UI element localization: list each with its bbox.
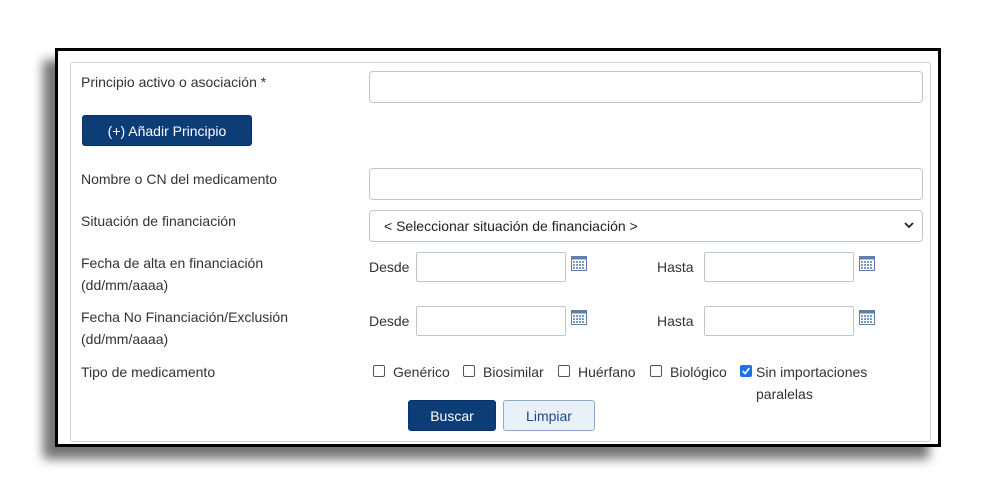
principio-label: Principio activo o asociación * xyxy=(81,74,267,90)
situacion-select[interactable]: < Seleccionar situación de financiación … xyxy=(369,210,923,242)
form-frame: Principio activo o asociación * (+) Añad… xyxy=(55,48,941,447)
buscar-button[interactable]: Buscar xyxy=(408,400,496,431)
fecha-no-fin-format-label: (dd/mm/aaaa) xyxy=(81,331,169,347)
sin-importaciones-label-line2: paralelas xyxy=(756,386,813,402)
limpiar-button[interactable]: Limpiar xyxy=(503,400,595,431)
calendar-icon[interactable] xyxy=(859,310,875,325)
sin-importaciones-checkbox[interactable] xyxy=(740,365,752,377)
chevron-down-icon xyxy=(904,222,914,229)
fecha-alta-hasta-input[interactable] xyxy=(704,252,854,282)
fecha-alta-desde-label: Desde xyxy=(369,259,410,275)
biosimilar-label: Biosimilar xyxy=(483,364,544,380)
add-principio-button[interactable]: (+) Añadir Principio xyxy=(82,115,252,146)
biosimilar-checkbox[interactable] xyxy=(463,365,475,377)
fecha-no-fin-hasta-label: Hasta xyxy=(657,313,694,329)
principio-input[interactable] xyxy=(369,71,923,103)
calendar-icon[interactable] xyxy=(859,256,875,271)
generico-checkbox[interactable] xyxy=(373,365,385,377)
fecha-alta-desde-input[interactable] xyxy=(416,252,566,282)
nombre-label: Nombre o CN del medicamento xyxy=(81,171,278,187)
fecha-no-fin-label: Fecha No Financiación/Exclusión xyxy=(81,309,288,325)
search-form-panel: Principio activo o asociación * (+) Añad… xyxy=(70,62,931,442)
fecha-alta-hasta-label: Hasta xyxy=(657,259,694,275)
checkmark-icon xyxy=(742,367,750,375)
sin-importaciones-label: Sin importaciones xyxy=(756,364,868,380)
fecha-no-fin-hasta-input[interactable] xyxy=(704,306,854,336)
fecha-alta-format-label: (dd/mm/aaaa) xyxy=(81,277,169,293)
calendar-icon[interactable] xyxy=(571,310,587,325)
fecha-alta-label: Fecha de alta en financiación xyxy=(81,255,264,271)
situacion-selected-value: < Seleccionar situación de financiación … xyxy=(384,218,638,234)
fecha-no-fin-desde-input[interactable] xyxy=(416,306,566,336)
nombre-input[interactable] xyxy=(369,168,923,200)
biologico-checkbox[interactable] xyxy=(650,365,662,377)
huerfano-label: Huérfano xyxy=(578,364,636,380)
biologico-label: Biológico xyxy=(670,364,727,380)
generico-label: Genérico xyxy=(393,364,450,380)
situacion-label: Situación de financiación xyxy=(81,213,236,229)
huerfano-checkbox[interactable] xyxy=(558,365,570,377)
fecha-no-fin-desde-label: Desde xyxy=(369,313,410,329)
tipo-label: Tipo de medicamento xyxy=(81,364,216,380)
calendar-icon[interactable] xyxy=(571,256,587,271)
